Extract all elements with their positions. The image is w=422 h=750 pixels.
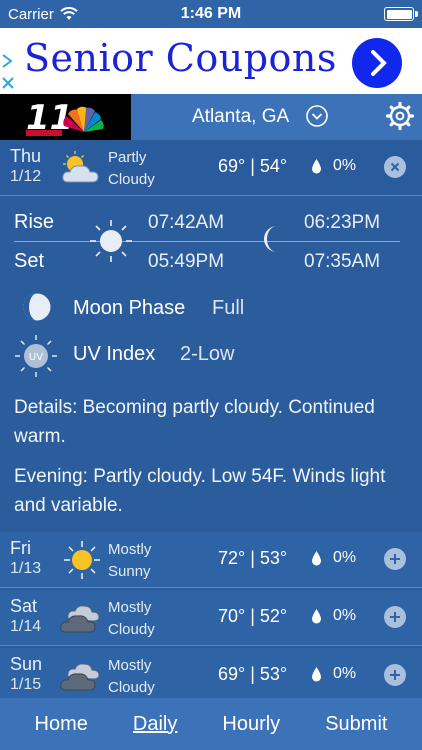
nav-daily[interactable]: Daily [133, 713, 177, 736]
adchoices-icon[interactable] [0, 52, 18, 92]
moon-icon [264, 226, 277, 252]
day-name: Fri [10, 538, 31, 558]
day-date: 1/13 [10, 560, 42, 577]
day-row-sat[interactable]: Sat 1/14 Mostly Cloudy 70° | 52° 0% [0, 590, 422, 646]
sun-horizon-line [14, 241, 400, 242]
day-row-fri[interactable]: Fri 1/13 Mostly Sunny 72° | 53° 0% [0, 532, 422, 588]
expand-button[interactable] [384, 606, 406, 628]
settings-gear-icon[interactable] [385, 101, 415, 131]
plus-icon [390, 612, 400, 622]
expand-button[interactable] [384, 664, 406, 686]
raindrop-icon [312, 551, 321, 566]
moonrise-time: 06:23PM [304, 212, 381, 233]
condition-line2: Cloudy [108, 679, 155, 696]
raindrop-icon [312, 159, 321, 174]
station-logo: 11 [0, 94, 131, 140]
cloudy-icon [60, 605, 100, 633]
chevron-down-icon[interactable] [306, 105, 328, 127]
condition-line2: Cloudy [108, 621, 155, 638]
condition-line1: Mostly [108, 657, 152, 674]
location-label[interactable]: Atlanta, GA [192, 106, 289, 128]
condition-text: Partly Cloudy [108, 147, 155, 191]
sun-icon [90, 220, 132, 262]
moon-phase-value: Full [212, 297, 245, 319]
uv-index-value: 2-Low [180, 343, 235, 365]
moon-phase-icon [23, 293, 51, 321]
day-row-thu[interactable]: Thu 1/12 Partly Cloudy 69° | 54° 0% [0, 140, 422, 196]
condition-text: Mostly Sunny [108, 539, 151, 583]
partly-cloudy-icon [62, 151, 99, 183]
moon-phase-label: Moon Phase [73, 297, 186, 319]
temperature-high-low: 70° | 52° [218, 606, 288, 626]
app-header: 11 Atlanta, GA [0, 94, 422, 140]
ad-arrow-button[interactable] [352, 38, 402, 88]
uv-index-icon: UV [15, 335, 57, 377]
condition-line2: Cloudy [108, 171, 155, 188]
collapse-button[interactable] [384, 156, 406, 178]
condition-line1: Partly [108, 149, 147, 166]
day-name: Sat [10, 596, 38, 616]
raindrop-icon [312, 609, 321, 624]
chevron-right-icon [371, 50, 387, 76]
plus-icon [390, 670, 400, 680]
sunrise-time: 07:42AM [148, 212, 225, 233]
details-text: Details: Becoming partly cloudy. Continu… [14, 397, 375, 447]
cloudy-icon [60, 663, 100, 691]
rise-label: Rise [14, 211, 55, 233]
day-date: 1/14 [10, 618, 42, 635]
precip-chance: 0% [333, 549, 357, 566]
temperature-high-low: 69° | 53° [218, 664, 288, 684]
plus-icon [390, 554, 400, 564]
condition-text: Mostly Cloudy [108, 655, 155, 699]
uv-index-label: UV Index [73, 343, 156, 365]
evening-text: Evening: Partly cloudy. Low 54F. Winds l… [14, 466, 386, 516]
sunset-time: 05:49PM [148, 251, 225, 272]
precip-chance: 0% [333, 607, 357, 624]
battery-icon [384, 7, 418, 21]
day-date: 1/12 [10, 168, 42, 185]
precip-chance: 0% [333, 665, 357, 682]
precip-chance: 0% [333, 157, 357, 174]
condition-text: Mostly Cloudy [108, 597, 155, 641]
day-details-panel: Rise Set 07:42AM 05:49PM 06:23PM 07:35AM… [0, 197, 422, 531]
status-time: 1:46 PM [180, 5, 242, 22]
nav-hourly[interactable]: Hourly [222, 713, 280, 736]
set-label: Set [14, 250, 45, 272]
nav-submit[interactable]: Submit [325, 713, 387, 736]
day-name: Sun [10, 654, 43, 674]
condition-line1: Mostly [108, 541, 152, 558]
day-name: Thu [10, 146, 42, 166]
sunny-icon [64, 541, 100, 579]
moonset-time: 07:35AM [304, 251, 381, 272]
day-row-sun[interactable]: Sun 1/15 Mostly Cloudy 69° | 53° 0% [0, 648, 422, 704]
close-icon [390, 162, 400, 172]
day-date: 1/15 [10, 676, 42, 693]
condition-line2: Sunny [108, 563, 151, 580]
uv-badge-text: UV [29, 352, 43, 363]
status-bar: Carrier 1:46 PM [0, 0, 422, 28]
nav-home[interactable]: Home [35, 713, 88, 736]
expand-button[interactable] [384, 548, 406, 570]
ad-text[interactable]: Senior Coupons [24, 36, 337, 80]
condition-line1: Mostly [108, 599, 152, 616]
bottom-nav: Home Daily Hourly Submit [0, 698, 422, 750]
temperature-high-low: 72° | 53° [218, 548, 288, 568]
temperature-high-low: 69° | 54° [218, 156, 288, 176]
ad-banner[interactable]: Senior Coupons [0, 28, 422, 94]
raindrop-icon [312, 667, 321, 682]
